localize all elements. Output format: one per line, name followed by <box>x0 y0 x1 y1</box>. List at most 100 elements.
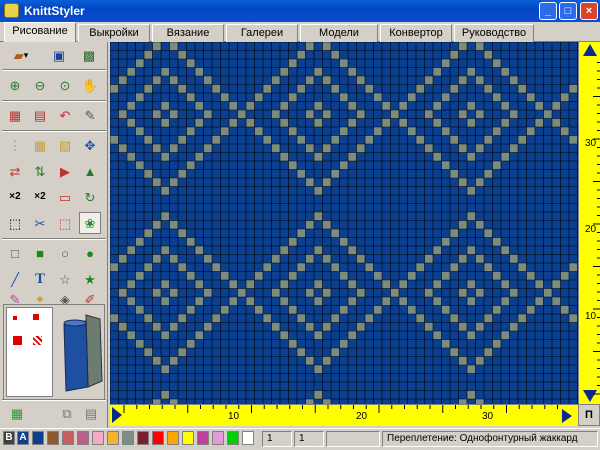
palette-b-button[interactable]: B <box>3 431 15 445</box>
pattern-stitch[interactable] <box>424 144 434 153</box>
pattern-stitch[interactable] <box>152 178 162 187</box>
pattern-stitch[interactable] <box>484 84 493 94</box>
pattern-stitch[interactable] <box>280 297 289 306</box>
open-file-icon[interactable]: ▰ ▾ <box>4 44 38 66</box>
table-icon[interactable]: ▭ <box>54 186 76 208</box>
pattern-stitch[interactable] <box>433 246 442 255</box>
pattern-stitch[interactable] <box>110 84 119 94</box>
pattern-stitch[interactable] <box>339 339 349 349</box>
pattern-stitch[interactable] <box>144 169 153 179</box>
pattern-stitch[interactable] <box>407 305 417 315</box>
tab-modeli[interactable]: Модели <box>300 24 378 42</box>
pattern-stitch[interactable] <box>509 322 519 332</box>
ellipse-fill-icon[interactable]: ● <box>79 242 101 264</box>
grid-icon[interactable]: ▦ <box>6 402 28 424</box>
pattern-stitch[interactable] <box>407 127 417 136</box>
pattern-stitch[interactable] <box>552 101 561 111</box>
pattern-stitch[interactable] <box>195 101 204 111</box>
pattern-stitch[interactable] <box>382 280 391 289</box>
pattern-stitch[interactable] <box>348 101 357 111</box>
pattern-stitch[interactable] <box>297 84 306 94</box>
pattern-stitch[interactable] <box>305 356 315 366</box>
pattern-stitch[interactable] <box>220 305 230 315</box>
close-button[interactable]: × <box>580 2 598 20</box>
pattern-stitch[interactable] <box>169 110 179 119</box>
pattern-stitch[interactable] <box>135 339 145 349</box>
pattern-stitch[interactable] <box>501 246 510 255</box>
ruler-mode-button[interactable]: П <box>578 404 600 426</box>
pattern-stitch[interactable] <box>186 339 196 349</box>
pattern-stitch[interactable] <box>467 297 476 306</box>
pattern-stitch[interactable] <box>492 127 502 136</box>
pattern-stitch[interactable] <box>552 118 561 128</box>
pattern-stitch[interactable] <box>424 288 434 298</box>
pattern-stitch[interactable] <box>195 297 204 306</box>
pattern-stitch[interactable] <box>254 305 264 315</box>
pattern-stitch[interactable] <box>314 390 323 400</box>
pattern-stitch[interactable] <box>458 110 468 119</box>
pattern-stitch[interactable] <box>246 297 255 306</box>
pattern-stitch[interactable] <box>314 212 323 221</box>
pattern-stitch[interactable] <box>450 50 459 60</box>
pattern-stitch[interactable] <box>169 42 179 51</box>
pattern-stitch[interactable] <box>144 314 153 323</box>
pattern-stitch[interactable] <box>535 118 544 128</box>
pattern-stitch[interactable] <box>161 390 170 400</box>
pattern-stitch[interactable] <box>339 93 349 102</box>
zoom-fit-icon[interactable]: ⊙ <box>54 74 76 96</box>
pattern-stitch[interactable] <box>339 237 349 247</box>
pattern-stitch[interactable] <box>280 246 289 255</box>
pattern-stitch[interactable] <box>569 314 578 323</box>
pattern-stitch[interactable] <box>127 297 136 306</box>
pattern-stitch[interactable] <box>475 42 485 51</box>
pattern-stitch[interactable] <box>271 254 281 264</box>
hand-pan-icon[interactable]: ✋ <box>79 74 101 96</box>
pattern-stitch[interactable] <box>186 161 196 170</box>
pattern-stitch[interactable] <box>331 84 340 94</box>
pattern-stitch[interactable] <box>441 93 451 102</box>
pattern-stitch[interactable] <box>467 280 476 289</box>
pattern-stitch[interactable] <box>365 84 374 94</box>
knitting-grid[interactable] <box>110 42 578 404</box>
pattern-stitch[interactable] <box>229 118 238 128</box>
pattern-stitch[interactable] <box>127 67 136 77</box>
pattern-stitch[interactable] <box>433 280 442 289</box>
pattern-select-icon[interactable]: ▧ <box>54 134 76 156</box>
zoom-in-icon[interactable]: ⊕ <box>4 74 26 96</box>
pattern-stitch[interactable] <box>288 237 298 247</box>
pattern-stitch[interactable] <box>237 110 247 119</box>
pattern-stitch[interactable] <box>322 42 332 51</box>
pattern-stitch[interactable] <box>144 263 153 272</box>
pattern-stitch[interactable] <box>441 237 451 247</box>
pattern-stitch[interactable] <box>467 365 476 374</box>
pattern-stitch[interactable] <box>305 144 315 153</box>
pattern-stitch[interactable] <box>501 101 510 111</box>
pattern-stitch[interactable] <box>305 288 315 298</box>
pattern-stitch[interactable] <box>195 67 204 77</box>
pattern-stitch[interactable] <box>552 280 561 289</box>
pattern-stitch[interactable] <box>161 118 170 128</box>
eraser-icon[interactable]: ✎ <box>79 104 101 126</box>
pattern-stitch[interactable] <box>169 76 179 85</box>
pattern-stitch[interactable] <box>467 212 476 221</box>
pattern-stitch[interactable] <box>280 280 289 289</box>
pattern-stitch[interactable] <box>118 288 128 298</box>
pattern-stitch[interactable] <box>475 144 485 153</box>
pattern-stitch[interactable] <box>399 297 408 306</box>
pattern-stitch[interactable] <box>492 305 502 315</box>
pattern-stitch[interactable] <box>450 84 459 94</box>
pixel-size-3[interactable] <box>13 336 22 345</box>
pattern-stitch[interactable] <box>220 93 230 102</box>
pattern-stitch[interactable] <box>535 280 544 289</box>
palette-swatch[interactable] <box>197 431 209 445</box>
pattern-stitch[interactable] <box>195 118 204 128</box>
rectangle-fill-icon[interactable]: ■ <box>29 242 51 264</box>
pixel-size-2[interactable] <box>33 314 39 320</box>
pattern-stitch[interactable] <box>475 356 485 366</box>
pattern-stitch[interactable] <box>152 322 162 332</box>
pattern-stitch[interactable] <box>475 322 485 332</box>
pattern-stitch[interactable] <box>254 93 264 102</box>
pattern-stitch[interactable] <box>407 271 417 281</box>
pattern-stitch[interactable] <box>212 84 221 94</box>
pattern-stitch[interactable] <box>331 348 340 357</box>
